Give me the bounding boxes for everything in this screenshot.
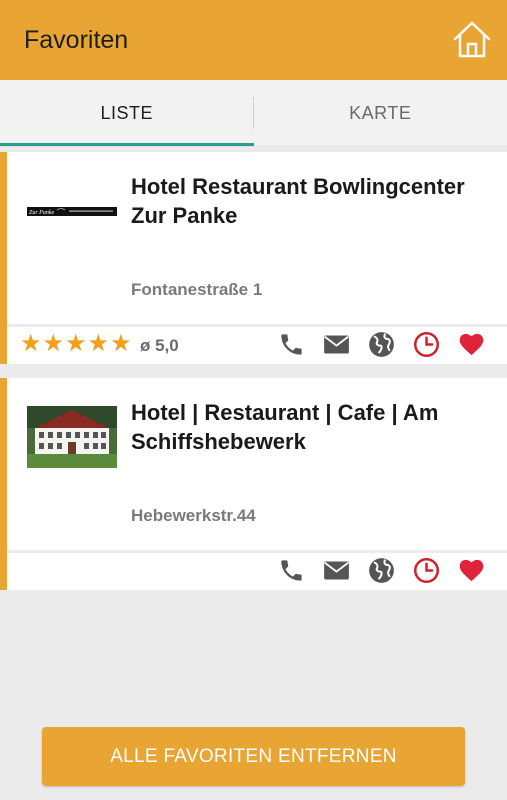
- star-icon: ★: [110, 330, 132, 357]
- app-header: Favoriten: [0, 0, 507, 80]
- star-icon: ★: [20, 330, 42, 357]
- star-icon: ★: [65, 330, 87, 357]
- remove-all-favorites-button[interactable]: ALLE FAVORITEN ENTFERNEN: [42, 727, 465, 786]
- globe-icon[interactable]: [368, 331, 395, 358]
- rating-stars: ★ ★ ★ ★ ★: [20, 331, 132, 357]
- tab-divider: [253, 97, 254, 129]
- rating-value: ø 5,0: [140, 336, 179, 355]
- star-icon: ★: [42, 330, 65, 357]
- favorite-name: Hotel Restaurant Bowlingcenter Zur Panke: [131, 174, 465, 228]
- heart-icon[interactable]: [458, 331, 485, 358]
- favorite-name: Hotel | Restaurant | Cafe | Am Schiffshe…: [131, 400, 439, 454]
- globe-icon[interactable]: [368, 557, 395, 584]
- favorite-card[interactable]: Hotel | Restaurant | Cafe | Am Schiffshe…: [0, 378, 507, 590]
- clock-icon[interactable]: [413, 331, 440, 358]
- mail-icon[interactable]: [323, 557, 350, 584]
- favorite-address: Hebewerkstr.44: [131, 506, 256, 525]
- heart-icon[interactable]: [458, 557, 485, 584]
- favorite-card[interactable]: Zur Panke Hotel Restaurant Bowlingcenter…: [0, 152, 507, 364]
- star-icon: ★: [87, 330, 110, 357]
- tab-karte[interactable]: KARTE: [254, 80, 507, 146]
- favorite-actions-bar: ★ ★ ★ ★ ★ ø 5,0: [7, 327, 507, 364]
- tab-liste[interactable]: LISTE: [0, 80, 254, 146]
- phone-icon[interactable]: [278, 331, 305, 358]
- clock-icon[interactable]: [413, 557, 440, 584]
- action-icons: [278, 557, 485, 584]
- hotel-photo: [27, 406, 117, 468]
- logo-image: Zur Panke: [27, 207, 117, 216]
- favorite-address: Fontanestraße 1: [131, 280, 263, 299]
- svg-text:Zur Panke: Zur Panke: [29, 210, 55, 216]
- page-title: Favoriten: [24, 25, 129, 54]
- action-icons: [278, 331, 485, 358]
- favorite-actions-bar: [7, 553, 507, 590]
- phone-icon[interactable]: [278, 557, 305, 584]
- home-icon[interactable]: [451, 18, 493, 60]
- mail-icon[interactable]: [323, 331, 350, 358]
